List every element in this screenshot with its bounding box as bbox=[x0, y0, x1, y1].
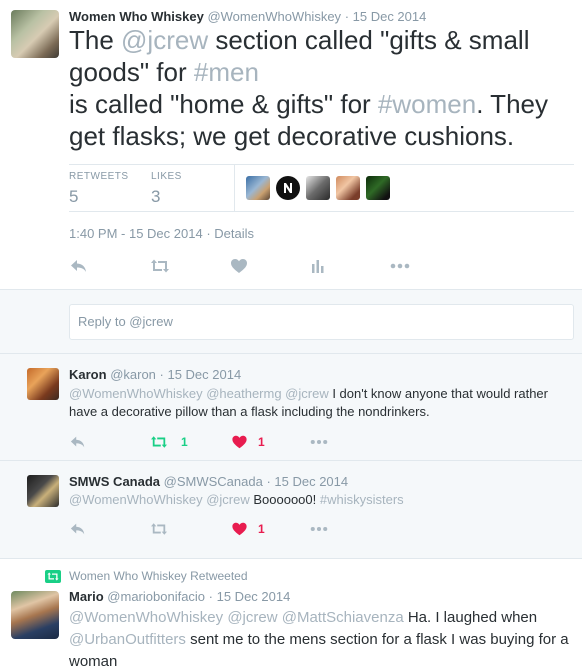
likes-count: 3 bbox=[151, 187, 161, 206]
stat-divider bbox=[234, 165, 235, 211]
retweet-button[interactable] bbox=[149, 256, 171, 276]
tweet-text: @WomenWhoWhiskey @jcrew @MattSchiavenza … bbox=[69, 607, 574, 671]
mention-links[interactable]: @WomenWhoWhiskey @jcrew bbox=[69, 492, 250, 507]
hashtag-link[interactable]: #women bbox=[378, 89, 476, 119]
liker-avatar[interactable] bbox=[336, 176, 360, 200]
details-link[interactable]: · Details bbox=[206, 226, 254, 241]
text-part: Boooooo0! bbox=[249, 492, 320, 507]
retweets-stat[interactable]: RETWEETS 5 bbox=[69, 171, 129, 208]
reply-tweet[interactable]: Karon @karon · 15 Dec 2014 @WomenWhoWhis… bbox=[0, 353, 582, 460]
tweet-date[interactable]: · 15 Dec 2014 bbox=[209, 589, 291, 604]
avatar[interactable] bbox=[11, 591, 59, 639]
avatar[interactable] bbox=[11, 10, 59, 58]
retweet-context-icon bbox=[45, 570, 61, 588]
liker-avatar[interactable] bbox=[276, 176, 300, 200]
author-name[interactable]: SMWS Canada bbox=[69, 474, 160, 489]
reply-box: Reply to @jcrew bbox=[0, 289, 582, 353]
tweet-stats: RETWEETS 5 LIKES 3 bbox=[69, 164, 574, 212]
likes-label: LIKES bbox=[151, 171, 182, 182]
reply-icon bbox=[70, 523, 85, 535]
tweet-header: Women Who Whiskey @WomenWhoWhiskey · 15 … bbox=[69, 9, 426, 25]
hashtag-link[interactable]: #men bbox=[194, 57, 259, 87]
like-button[interactable]: 1 bbox=[231, 432, 265, 452]
tweet-date[interactable]: · 15 Dec 2014 bbox=[160, 367, 242, 382]
author-handle[interactable]: @SMWSCanada bbox=[164, 474, 263, 489]
text-part: Ha. I laughed when bbox=[403, 609, 538, 626]
tweet-text: @WomenWhoWhiskey @jcrew Boooooo0! #whisk… bbox=[69, 491, 569, 509]
hashtag-link[interactable]: #whiskysisters bbox=[320, 492, 404, 507]
main-tweet: Women Who Whiskey @WomenWhoWhiskey · 15 … bbox=[0, 0, 582, 289]
retweet-icon bbox=[151, 523, 167, 535]
like-icon bbox=[231, 259, 247, 273]
mention-links[interactable]: @WomenWhoWhiskey @jcrew @MattSchiavenza bbox=[69, 609, 404, 626]
analytics-icon bbox=[312, 260, 324, 273]
more-icon bbox=[310, 439, 328, 445]
more-button[interactable] bbox=[309, 519, 329, 539]
tweet-actions: 1 1 bbox=[69, 432, 369, 452]
retweet-icon bbox=[151, 259, 169, 273]
author-handle[interactable]: @mariobonifacio bbox=[107, 589, 205, 604]
more-button[interactable] bbox=[309, 432, 329, 452]
text-part: is called "home & gifts" for bbox=[69, 89, 378, 119]
reply-icon bbox=[71, 260, 86, 272]
reply-button[interactable] bbox=[69, 432, 87, 452]
text-part: The bbox=[69, 25, 122, 55]
timestamp-text: 1:40 PM - 15 Dec 2014 bbox=[69, 226, 203, 241]
tweet-timestamp: 1:40 PM - 15 Dec 2014 · Details bbox=[69, 226, 254, 241]
retweet-context[interactable]: Women Who Whiskey Retweeted bbox=[69, 569, 248, 583]
author-handle[interactable]: @karon bbox=[110, 367, 156, 382]
reply-button[interactable] bbox=[69, 256, 89, 276]
author-name[interactable]: Karon bbox=[69, 367, 107, 382]
avatar[interactable] bbox=[27, 368, 59, 400]
mention-link[interactable]: @UrbanOutfitters bbox=[69, 631, 186, 648]
more-icon bbox=[310, 526, 328, 532]
tweet-actions: 1 bbox=[69, 519, 369, 539]
mention-links[interactable]: @WomenWhoWhiskey @heathermg @jcrew bbox=[69, 386, 329, 401]
reply-input[interactable]: Reply to @jcrew bbox=[69, 304, 574, 340]
retweeted-tweet[interactable]: Women Who Whiskey Retweeted Mario @mario… bbox=[0, 558, 582, 671]
reply-button[interactable] bbox=[69, 519, 87, 539]
tweet-header: Karon @karon · 15 Dec 2014 bbox=[69, 367, 241, 383]
retweets-count: 5 bbox=[69, 187, 79, 206]
tweet-actions bbox=[69, 256, 574, 276]
like-button[interactable]: 1 bbox=[231, 519, 265, 539]
avatar[interactable] bbox=[27, 475, 59, 507]
mention-link[interactable]: @jcrew bbox=[121, 25, 208, 55]
author-name[interactable]: Women Who Whiskey bbox=[69, 9, 204, 24]
tweet-header: SMWS Canada @SMWSCanada · 15 Dec 2014 bbox=[69, 474, 348, 490]
like-icon bbox=[232, 522, 247, 536]
retweet-button[interactable]: 1 bbox=[149, 432, 188, 452]
reply-icon bbox=[70, 436, 85, 448]
author-name[interactable]: Mario bbox=[69, 589, 104, 604]
reply-tweet[interactable]: SMWS Canada @SMWSCanada · 15 Dec 2014 @W… bbox=[0, 460, 582, 558]
liker-avatar[interactable] bbox=[366, 176, 390, 200]
tweet-text: @WomenWhoWhiskey @heathermg @jcrew I don… bbox=[69, 385, 569, 421]
retweet-count: 1 bbox=[181, 435, 188, 449]
analytics-button[interactable] bbox=[310, 256, 326, 276]
like-icon bbox=[232, 435, 247, 449]
tweet-header: Mario @mariobonifacio · 15 Dec 2014 bbox=[69, 589, 290, 605]
more-icon bbox=[390, 263, 410, 269]
like-count: 1 bbox=[258, 522, 265, 536]
likes-stat[interactable]: LIKES 3 bbox=[151, 171, 182, 208]
tweet-date[interactable]: · 15 Dec 2014 bbox=[345, 9, 427, 24]
liker-avatar[interactable] bbox=[246, 176, 270, 200]
author-handle[interactable]: @WomenWhoWhiskey bbox=[207, 9, 341, 24]
like-button[interactable] bbox=[230, 256, 248, 276]
n-logo-icon bbox=[284, 183, 292, 193]
retweet-button[interactable] bbox=[149, 519, 169, 539]
like-count: 1 bbox=[258, 435, 265, 449]
tweet-text: The @jcrew section called "gifts & small… bbox=[69, 24, 574, 152]
tweet-date[interactable]: · 15 Dec 2014 bbox=[266, 474, 348, 489]
retweet-icon bbox=[151, 436, 167, 448]
liker-avatar[interactable] bbox=[306, 176, 330, 200]
more-button[interactable] bbox=[389, 256, 411, 276]
retweets-label: RETWEETS bbox=[69, 171, 129, 182]
